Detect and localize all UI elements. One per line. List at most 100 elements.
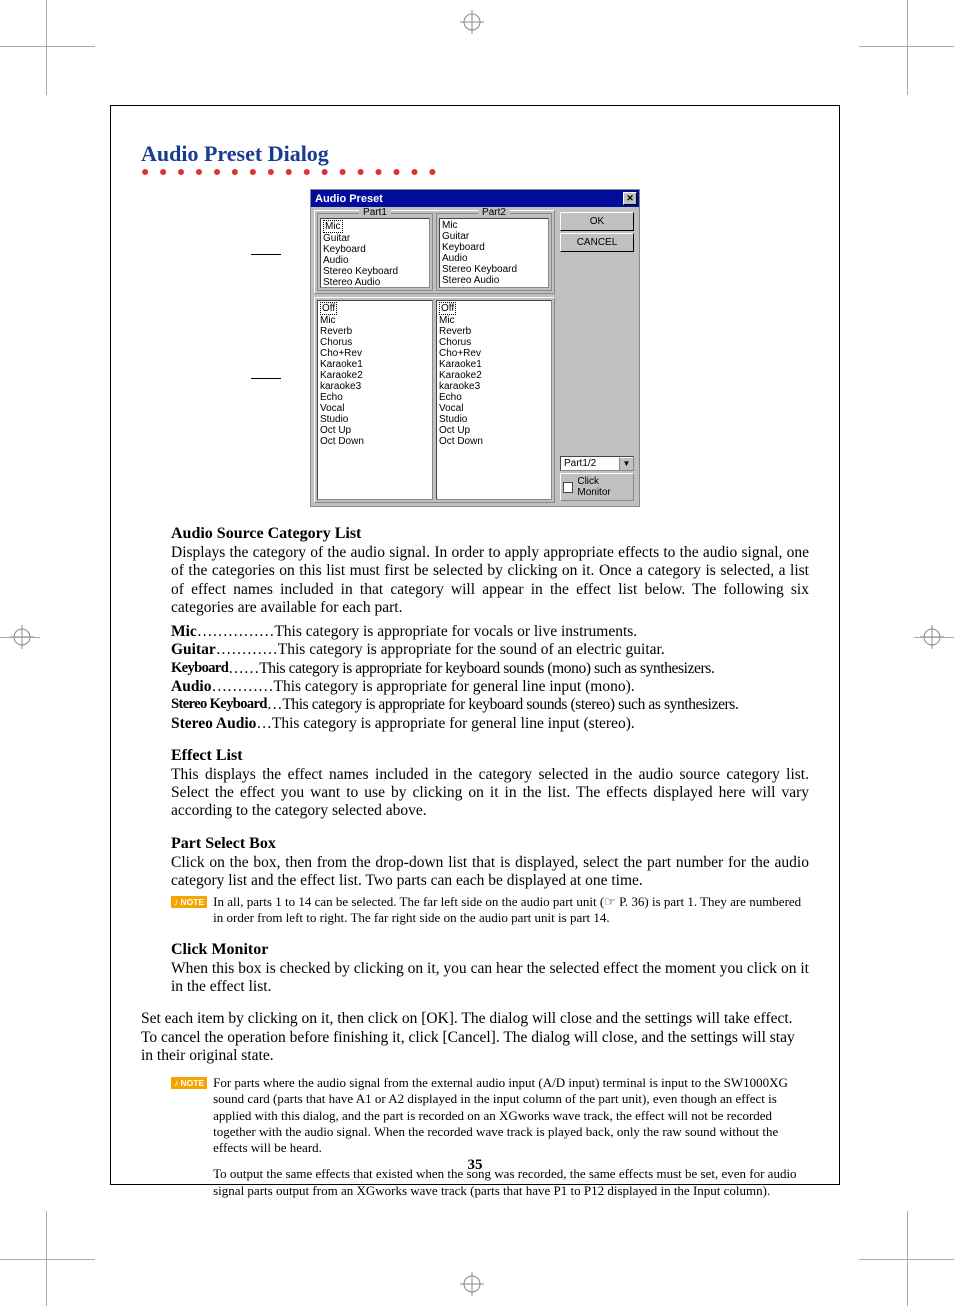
list-item[interactable]: Chorus <box>439 337 549 348</box>
leader-dots: ………… <box>212 678 274 696</box>
definition-row: Keyboard ……This category is appropriate … <box>171 660 809 678</box>
part2-effect-list[interactable]: Off Mic Reverb Chorus Cho+Rev Karaoke1 K… <box>436 300 552 500</box>
list-item[interactable]: Stereo Audio <box>323 277 427 288</box>
page: Audio Preset Dialog ● ● ● ● ● ● ● ● ● ● … <box>0 0 954 1306</box>
section-heading: Part Select Box <box>171 835 809 853</box>
list-item[interactable]: Guitar <box>442 231 546 242</box>
note-badge-icon: ♪NOTE <box>171 1077 207 1089</box>
part1-label: Part1 <box>359 207 391 218</box>
registration-mark-icon <box>460 10 484 34</box>
definition-row: Stereo Keyboard …This category is approp… <box>171 696 809 714</box>
definition-row: Guitar …………This category is appropriate … <box>171 641 809 659</box>
list-item[interactable]: Keyboard <box>323 244 427 255</box>
note-text: In all, parts 1 to 14 can be selected. T… <box>213 894 809 927</box>
list-item[interactable]: Mic <box>439 315 549 326</box>
body-text: This displays the effect names included … <box>171 766 809 821</box>
body-text: Displays the category of the audio signa… <box>171 544 809 617</box>
ok-button[interactable]: OK <box>560 212 634 231</box>
definition-row: Audio …………This category is appropriate f… <box>171 678 809 696</box>
click-monitor-checkbox[interactable]: Click Monitor <box>560 473 634 501</box>
list-item[interactable]: Audio <box>323 255 427 266</box>
section-heading: Effect List <box>171 747 809 765</box>
list-item[interactable]: Echo <box>439 392 549 403</box>
close-icon[interactable]: ✕ <box>623 192 637 205</box>
definition-label: Audio <box>171 678 212 696</box>
list-item[interactable]: Audio <box>442 253 546 264</box>
section-heading: Audio Source Category List <box>171 525 809 543</box>
crop-mark <box>0 637 40 638</box>
definition-label: Mic <box>171 623 197 641</box>
crop-mark <box>907 0 908 95</box>
crop-mark <box>907 1211 908 1306</box>
part2-label: Part2 <box>478 207 510 218</box>
list-item[interactable]: Off <box>439 302 456 315</box>
definition-label: Stereo Keyboard <box>171 696 267 714</box>
list-item[interactable]: Reverb <box>439 326 549 337</box>
decorative-dots: ● ● ● ● ● ● ● ● ● ● ● ● ● ● ● ● ● <box>141 169 809 177</box>
part1-category-list[interactable]: Mic Guitar Keyboard Audio Stereo Keyboar… <box>320 218 430 288</box>
page-number: 35 <box>111 1157 839 1174</box>
list-item[interactable]: Stereo Keyboard <box>442 264 546 275</box>
chevron-down-icon[interactable]: ▼ <box>619 457 633 470</box>
definition-description: This category is appropriate for keyboar… <box>282 696 809 714</box>
list-item[interactable]: Oct Down <box>320 436 430 447</box>
list-item[interactable]: Stereo Audio <box>442 275 546 286</box>
definition-label: Keyboard <box>171 660 228 678</box>
list-item[interactable]: Chorus <box>320 337 430 348</box>
list-item[interactable]: Studio <box>320 414 430 425</box>
crop-mark <box>914 637 954 638</box>
definition-description: This category is appropriate for vocals … <box>274 623 809 641</box>
list-item[interactable]: Vocal <box>320 403 430 414</box>
page-frame: Audio Preset Dialog ● ● ● ● ● ● ● ● ● ● … <box>110 105 840 1185</box>
list-item[interactable]: Oct Down <box>439 436 549 447</box>
checkbox-icon[interactable] <box>563 482 573 493</box>
list-item[interactable]: Keyboard <box>442 242 546 253</box>
list-item[interactable]: Karaoke1 <box>320 359 430 370</box>
crop-mark <box>0 1259 95 1260</box>
note-badge-icon: ♪NOTE <box>171 896 207 908</box>
list-item[interactable]: Oct Up <box>439 425 549 436</box>
section-heading: Click Monitor <box>171 941 809 959</box>
list-item[interactable]: Karaoke1 <box>439 359 549 370</box>
definition-description: This category is appropriate for the sou… <box>278 641 809 659</box>
page-title: Audio Preset Dialog <box>141 141 809 167</box>
leader-dots: … <box>267 696 283 714</box>
list-item[interactable]: Mic <box>442 220 546 231</box>
list-item[interactable]: Stereo Keyboard <box>323 266 427 277</box>
leader-dots: …………… <box>197 623 275 641</box>
note-text: For parts where the audio signal from th… <box>213 1075 809 1199</box>
list-item[interactable]: Echo <box>320 392 430 403</box>
list-item[interactable]: Guitar <box>323 233 427 244</box>
list-item[interactable]: Reverb <box>320 326 430 337</box>
crop-mark <box>0 46 95 47</box>
body-text: When this box is checked by clicking on … <box>171 960 809 997</box>
part2-category-list[interactable]: Mic Guitar Keyboard Audio Stereo Keyboar… <box>439 218 549 288</box>
list-item[interactable]: Karaoke2 <box>439 370 549 381</box>
list-item[interactable]: Oct Up <box>320 425 430 436</box>
click-monitor-label: Click Monitor <box>577 476 631 498</box>
leader-dots: ………… <box>216 641 278 659</box>
part2-category-group: Part2 Mic Guitar Keyboard Audio Stereo K… <box>436 213 552 291</box>
list-item[interactable]: Mic <box>323 220 343 233</box>
callout-line <box>251 254 281 255</box>
definition-row: Stereo Audio …This category is appropria… <box>171 715 809 733</box>
list-item[interactable]: karaoke3 <box>320 381 430 392</box>
list-item[interactable]: Mic <box>320 315 430 326</box>
part1-effect-list[interactable]: Off Mic Reverb Chorus Cho+Rev Karaoke1 K… <box>317 300 433 500</box>
list-item[interactable]: Cho+Rev <box>320 348 430 359</box>
list-item[interactable]: Vocal <box>439 403 549 414</box>
list-item[interactable]: karaoke3 <box>439 381 549 392</box>
leader-dots: …… <box>228 660 259 678</box>
part-select-value: Part1/2 <box>561 457 619 470</box>
definition-label: Stereo Audio <box>171 715 256 733</box>
body-text: Click on the box, then from the drop-dow… <box>171 854 809 891</box>
definition-row: Mic ……………This category is appropriate fo… <box>171 623 809 641</box>
list-item[interactable]: Off <box>320 302 337 315</box>
list-item[interactable]: Cho+Rev <box>439 348 549 359</box>
cancel-button[interactable]: CANCEL <box>560 233 634 252</box>
list-item[interactable]: Studio <box>439 414 549 425</box>
dialog-titlebar[interactable]: Audio Preset ✕ <box>311 190 639 207</box>
audio-preset-dialog: Audio Preset ✕ Part1 Mic <box>310 189 640 507</box>
list-item[interactable]: Karaoke2 <box>320 370 430 381</box>
part-select-box[interactable]: Part1/2 ▼ <box>560 456 634 471</box>
